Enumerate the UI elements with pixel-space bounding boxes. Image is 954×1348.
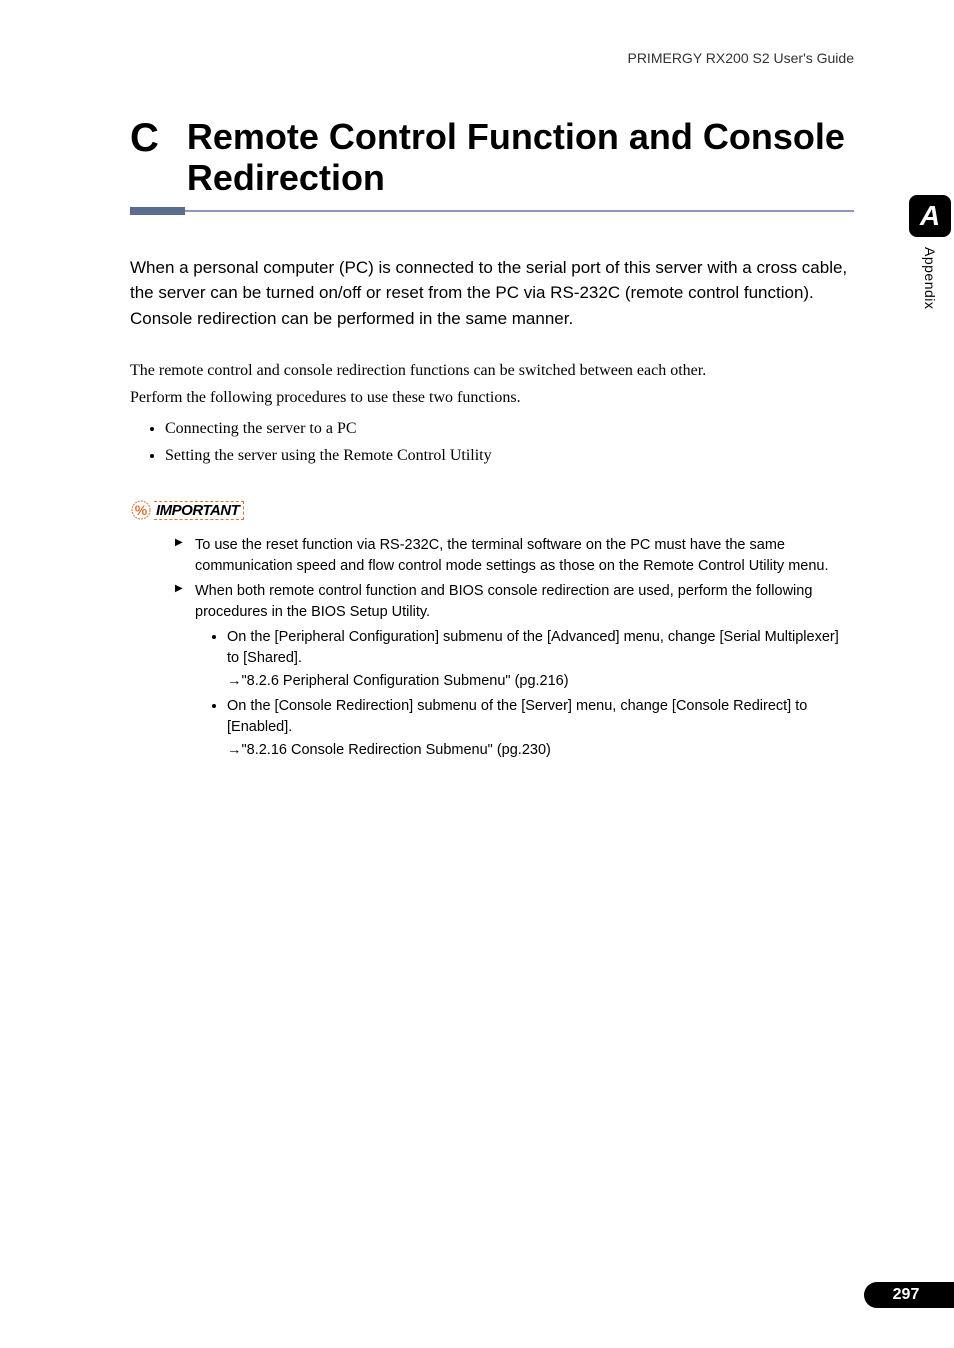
list-item: Connecting the server to a PC bbox=[165, 415, 854, 442]
list-item: On the [Peripheral Configuration] submen… bbox=[227, 627, 854, 692]
side-tab: A Appendix bbox=[906, 195, 954, 309]
appendix-tab-label: Appendix bbox=[922, 247, 938, 309]
heading-underline bbox=[130, 207, 854, 215]
important-icon: % bbox=[130, 499, 152, 521]
list-item: On the [Console Redirection] submenu of … bbox=[227, 696, 854, 761]
procedure-list: Connecting the server to a PC Setting th… bbox=[165, 415, 854, 469]
important-item-text: To use the reset function via RS-232C, t… bbox=[195, 537, 829, 574]
sub-item-text: On the [Peripheral Configuration] submen… bbox=[227, 629, 839, 666]
list-item: To use the reset function via RS-232C, t… bbox=[175, 535, 854, 577]
header-running-title: PRIMERGY RX200 S2 User's Guide bbox=[60, 50, 894, 66]
page-number-badge: 297 bbox=[864, 1282, 954, 1308]
list-item: Setting the server using the Remote Cont… bbox=[165, 442, 854, 469]
sub-item-text: On the [Console Redirection] submenu of … bbox=[227, 698, 807, 735]
chapter-title: Remote Control Function and Console Redi… bbox=[187, 116, 894, 199]
appendix-tab-badge: A bbox=[909, 195, 951, 237]
chapter-letter: C bbox=[130, 116, 159, 158]
important-item-text: When both remote control function and BI… bbox=[195, 583, 812, 620]
important-badge: % IMPORTANT bbox=[130, 499, 244, 521]
important-list: To use the reset function via RS-232C, t… bbox=[175, 535, 854, 761]
svg-text:%: % bbox=[135, 502, 148, 518]
important-sublist: On the [Peripheral Configuration] submen… bbox=[227, 627, 854, 761]
important-label: IMPORTANT bbox=[154, 501, 244, 520]
body-line: The remote control and console redirecti… bbox=[130, 359, 854, 384]
cross-reference: →"8.2.16 Console Redirection Submenu" (p… bbox=[227, 740, 854, 761]
body-line: Perform the following procedures to use … bbox=[130, 386, 854, 411]
intro-paragraph: When a personal computer (PC) is connect… bbox=[130, 255, 854, 332]
cross-reference: →"8.2.6 Peripheral Configuration Submenu… bbox=[227, 671, 854, 692]
chapter-heading: C Remote Control Function and Console Re… bbox=[60, 116, 894, 199]
body-text: The remote control and console redirecti… bbox=[130, 359, 854, 411]
list-item: When both remote control function and BI… bbox=[175, 581, 854, 761]
